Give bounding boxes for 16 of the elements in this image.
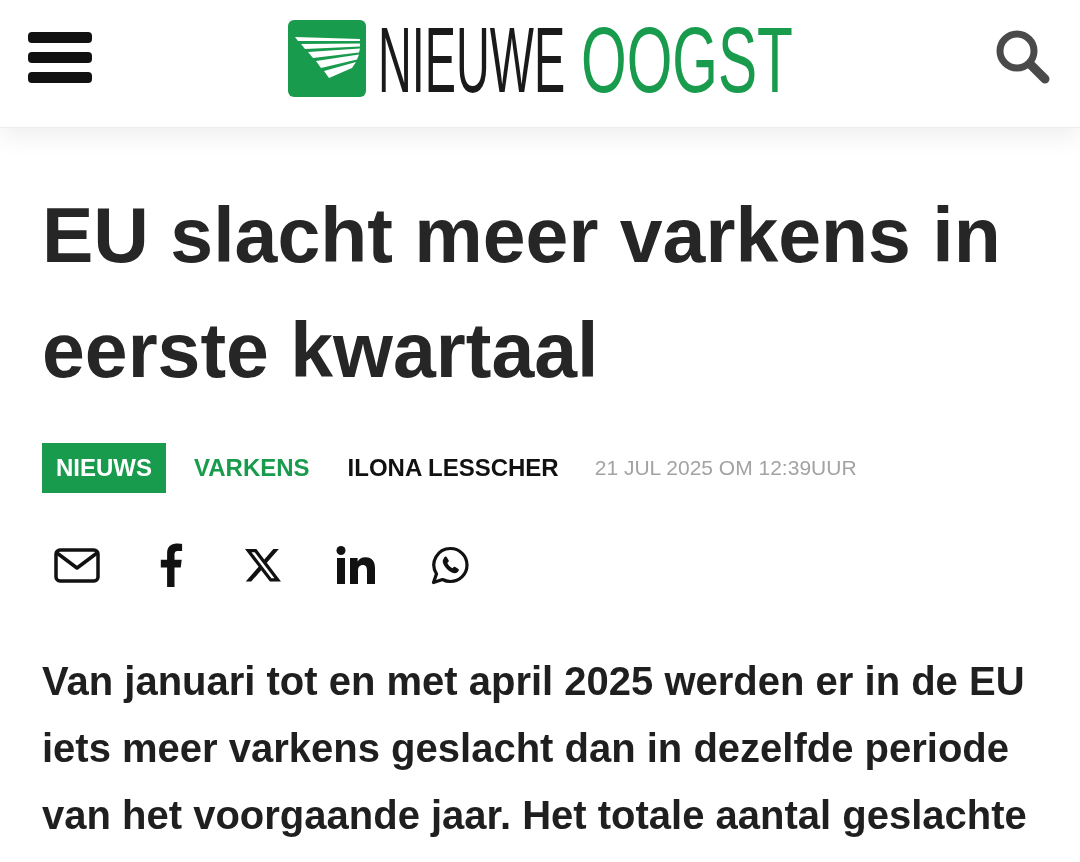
facebook-icon[interactable]	[159, 543, 183, 587]
field-logo-icon[interactable]	[287, 20, 366, 97]
author-link[interactable]: ILONA LESSCHER	[347, 450, 559, 486]
whatsapp-icon[interactable]	[431, 545, 470, 585]
envelope-icon[interactable]	[54, 547, 100, 583]
logo-text[interactable]: NIEUWE	[377, 25, 565, 95]
article-lead: Van januari tot en met april 2025 werden er in de EU iets meer varkens geslacht dan in dezelfde periode van het voorgaande jaar. Het totale aantal geslachte	[42, 658, 1028, 839]
category-link[interactable]: VARKENS	[194, 450, 310, 486]
publish-date: 21 JUL 2025 OM 12:39UUR	[594, 455, 857, 482]
menu-icon[interactable]	[28, 32, 92, 83]
section-tag[interactable]: NIEUWS	[42, 443, 166, 493]
logo-text[interactable]: OOGST	[580, 25, 793, 95]
linkedin-icon[interactable]	[336, 546, 376, 584]
search-icon[interactable]	[996, 30, 1050, 84]
x-logo-icon[interactable]	[245, 548, 281, 582]
article-title: EU slacht meer varkens in eerste kwartaal	[42, 191, 1002, 395]
